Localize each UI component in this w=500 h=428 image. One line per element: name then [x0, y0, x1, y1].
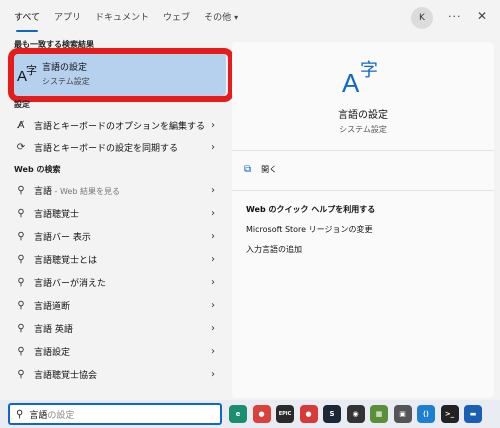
- search-typed-text: 言語: [29, 410, 48, 421]
- open-action[interactable]: ⧉ 開く: [244, 164, 277, 175]
- vscode-icon[interactable]: ⟨⟩: [417, 405, 435, 423]
- chevron-right-icon: ›: [211, 345, 215, 357]
- web-result-label: 言語バーが消えた: [34, 278, 107, 289]
- tab-more[interactable]: その他 ▾: [204, 0, 238, 36]
- detail-pane: A 字 言語の設定 システム設定 ⧉ 開く Web のクイック ヘルプを利用する…: [232, 42, 494, 398]
- detail-subtitle: システム設定: [339, 125, 387, 134]
- web-result-label: 言語 - Web 結果を見る: [34, 186, 120, 197]
- tab-apps[interactable]: アプリ: [54, 0, 81, 36]
- tab-web[interactable]: ウェブ: [163, 0, 190, 36]
- chevron-right-icon: ›: [211, 276, 215, 288]
- search-input[interactable]: ⚲ 言語 の設定: [8, 403, 222, 425]
- search-autocomplete-text: の設定: [47, 410, 75, 421]
- web-result-label: 言語道断: [34, 301, 71, 312]
- epic-games-icon[interactable]: EPIC: [276, 405, 294, 423]
- search-icon: ⚲: [17, 184, 25, 196]
- minecraft-icon[interactable]: ▦: [370, 405, 388, 423]
- settings-heading: 設定: [14, 100, 30, 109]
- avatar[interactable]: K: [411, 7, 433, 29]
- web-result-label: 言語聴覚士協会: [34, 370, 98, 381]
- chevron-right-icon: ›: [211, 322, 215, 334]
- settings-item-label: 言語とキーボードの設定を同期する: [34, 143, 179, 154]
- open-label: 開く: [261, 165, 278, 174]
- web-result-item[interactable]: ⚲ 言語聴覚士とは ›: [10, 248, 226, 270]
- svg-text:字: 字: [360, 60, 378, 81]
- divider: [232, 190, 494, 191]
- chevron-right-icon: ›: [211, 368, 215, 380]
- results-list: 最も一致する検索結果 A 字 言語の設定 システム設定 設定 A̸ 言語とキーボ…: [8, 36, 234, 400]
- web-result-item[interactable]: ⚲ 言語設定 ›: [10, 340, 226, 362]
- chevron-right-icon: ›: [211, 184, 215, 196]
- web-help-link[interactable]: 入力言語の追加: [246, 244, 302, 255]
- web-result-item[interactable]: ⚲ 言語バーが消えた ›: [10, 271, 226, 293]
- web-result-item[interactable]: ⚲ 言語道断 ›: [10, 294, 226, 316]
- red-app-icon[interactable]: ●: [299, 405, 318, 423]
- edge-icon[interactable]: e: [229, 405, 247, 423]
- chevron-right-icon: ›: [211, 253, 215, 265]
- search-icon: ⚲: [17, 368, 25, 380]
- web-result-label: 言語 英語: [34, 324, 73, 335]
- search-panel: すべて アプリ ドキュメント ウェブ その他 ▾ K ··· ✕ 最も一致する検索…: [0, 0, 500, 400]
- chevron-right-icon: ›: [211, 207, 215, 219]
- search-icon: ⚲: [17, 322, 25, 334]
- web-result-label: 言語聴覚士とは: [34, 255, 98, 266]
- web-search-heading: Web の検索: [14, 165, 61, 174]
- blue-app-icon[interactable]: ▬: [464, 405, 482, 423]
- obs-icon[interactable]: ◉: [346, 405, 365, 423]
- search-icon: ⚲: [17, 299, 25, 311]
- sync-icon: ⟳: [16, 141, 26, 153]
- web-result-label: 言語バー 表示: [34, 232, 91, 243]
- chevron-right-icon: ›: [211, 230, 215, 242]
- web-result-label: 言語聴覚士: [34, 209, 80, 220]
- web-result-item[interactable]: ⚲ 言語バー 表示 ›: [10, 225, 226, 247]
- language-settings-icon: A 字: [342, 60, 378, 96]
- web-result-label: 言語設定: [34, 347, 71, 358]
- twitch-like-icon[interactable]: ▣: [393, 405, 412, 423]
- chevron-right-icon: ›: [211, 119, 215, 131]
- terminal-icon[interactable]: >_: [440, 405, 459, 423]
- open-icon: ⧉: [244, 164, 252, 175]
- search-icon: ⚲: [17, 253, 25, 265]
- keyboard-language-icon: A̸: [17, 119, 25, 131]
- svg-text:A: A: [342, 68, 360, 96]
- search-icon: ⚲: [17, 276, 25, 288]
- settings-item-sync-language[interactable]: ⟳ 言語とキーボードの設定を同期する ›: [10, 136, 226, 158]
- chevron-right-icon: ›: [211, 299, 215, 311]
- chevron-down-icon: ▾: [234, 13, 239, 22]
- search-icon: ⚲: [17, 345, 25, 357]
- taskbar: ⚲ 言語 の設定 e ● EPIC ● S ◉ ▦ ▣ ⟨⟩ >_ ▬: [0, 400, 500, 428]
- web-help-link[interactable]: Microsoft Store リージョンの変更: [246, 224, 372, 235]
- search-icon: ⚲: [16, 408, 24, 420]
- web-quick-help-heading: Web のクイック ヘルプを利用する: [246, 205, 376, 214]
- web-result-item[interactable]: ⚲ 言語 - Web 結果を見る ›: [10, 179, 226, 201]
- settings-item-label: 言語とキーボードのオプションを編集する: [34, 121, 206, 132]
- web-result-item[interactable]: ⚲ 言語聴覚士 ›: [10, 202, 226, 224]
- close-icon[interactable]: ✕: [477, 9, 487, 23]
- web-result-item[interactable]: ⚲ 言語 英語 ›: [10, 317, 226, 339]
- search-icon: ⚲: [17, 207, 25, 219]
- tab-all[interactable]: すべて: [14, 0, 40, 36]
- web-result-item[interactable]: ⚲ 言語聴覚士協会 ›: [10, 363, 226, 385]
- red-highlight-annotation: [8, 48, 234, 102]
- chrome-icon[interactable]: ●: [252, 405, 271, 423]
- steam-icon[interactable]: S: [323, 405, 341, 423]
- tab-documents[interactable]: ドキュメント: [95, 0, 149, 36]
- more-options-icon[interactable]: ···: [448, 10, 462, 23]
- chevron-right-icon: ›: [211, 141, 215, 153]
- search-icon: ⚲: [17, 230, 25, 242]
- settings-item-edit-language-keyboard[interactable]: A̸ 言語とキーボードのオプションを編集する ›: [10, 114, 226, 136]
- detail-title: 言語の設定: [338, 110, 388, 121]
- divider: [232, 150, 494, 151]
